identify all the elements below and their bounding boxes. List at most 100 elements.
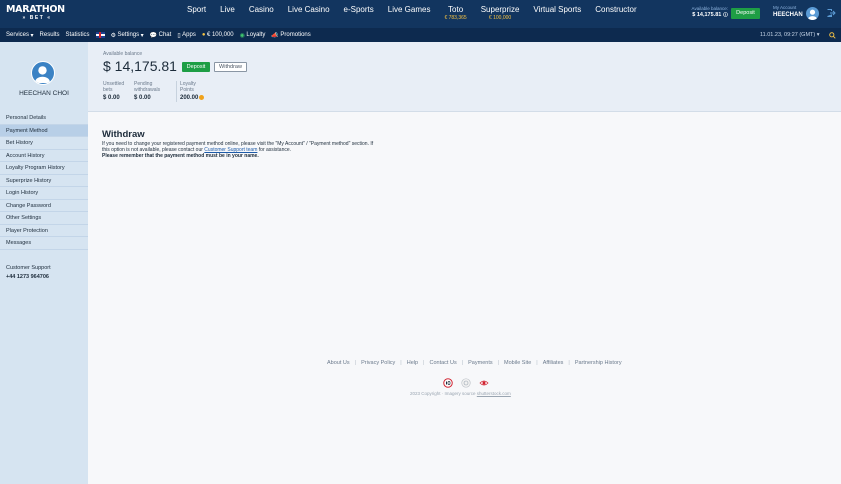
jackpot-amount: € 783,365	[444, 15, 467, 21]
header-balance-label: Available balance:	[691, 6, 728, 11]
settings-menu[interactable]: ⚙ Settings ▾	[111, 32, 144, 39]
withdraw-button[interactable]: Withdraw	[214, 62, 247, 72]
page-title: Withdraw	[102, 129, 145, 140]
eye-protection-icon[interactable]	[479, 378, 489, 388]
account-sidebar: HEECHAN CHOI Personal Details Payment Me…	[0, 42, 88, 484]
top-bar: MARATHON » BET « Sport Live Casino Live Ca…	[0, 0, 841, 28]
jackpot-amount: € 100,000	[488, 15, 512, 21]
support-phone[interactable]: +44 1273 964706	[6, 273, 51, 282]
account-menu: Personal Details Payment Method Bet Hist…	[0, 112, 88, 250]
unsettled-bets-label: Unsettled bets	[103, 81, 125, 93]
chevron-down-icon: ▾	[140, 32, 144, 39]
datetime-selector[interactable]: 11.01.23, 09:27 (GMT) ▾	[760, 28, 820, 42]
responsible-gaming-icon[interactable]	[461, 378, 471, 388]
main-content: Withdraw If you need to change your regi…	[88, 112, 841, 484]
nav-superprize[interactable]: Superprize € 100,000	[474, 0, 527, 28]
withdraw-notice: Please remember that the payment method …	[102, 152, 259, 159]
results-link[interactable]: Results	[40, 32, 60, 38]
main-nav: Sport Live Casino Live Casino e-Sports L…	[180, 0, 644, 28]
nav-sport[interactable]: Sport	[180, 0, 213, 28]
info-icon[interactable]	[723, 11, 728, 17]
language-selector[interactable]	[95, 32, 105, 38]
nav-esports[interactable]: e-Sports	[337, 0, 381, 28]
sidebar-item-change-password[interactable]: Change Password	[0, 200, 88, 212]
footer-link-about[interactable]: About Us	[322, 360, 355, 366]
imagery-source-link[interactable]: shutterstock.com	[477, 391, 511, 396]
apps-link[interactable]: ▯ Apps	[177, 32, 196, 39]
footer-link-privacy[interactable]: Privacy Policy	[356, 360, 400, 366]
nav-live[interactable]: Live	[213, 0, 242, 28]
search-icon[interactable]	[829, 32, 836, 39]
loyalty-icon: ◉	[239, 32, 245, 39]
marathonbet-logo[interactable]: MARATHON » BET «	[6, 5, 68, 22]
loyalty-points: Loyalty Points 200.00	[176, 81, 210, 102]
customer-support: Customer Support +44 1273 964706	[6, 264, 51, 282]
deposit-button[interactable]: Deposit	[182, 62, 210, 72]
nav-live-casino[interactable]: Live Casino	[281, 0, 337, 28]
sidebar-item-login-history[interactable]: Login History	[0, 187, 88, 200]
my-account-label: My Account	[773, 5, 797, 10]
pending-withdrawals: Pending withdrawals $ 0.00	[134, 81, 166, 102]
footer-link-contact[interactable]: Contact Us	[424, 360, 461, 366]
services-menu[interactable]: Services ▾	[6, 32, 34, 39]
wing-icon: «	[47, 15, 52, 21]
footer-link-payments[interactable]: Payments	[463, 360, 497, 366]
support-label: Customer Support	[6, 265, 51, 271]
nav-constructor[interactable]: Constructor	[588, 0, 643, 28]
nav-live-games[interactable]: Live Games	[381, 0, 438, 28]
loyalty-link[interactable]: ◉ Loyalty	[240, 32, 266, 39]
profile-avatar-icon	[31, 61, 55, 85]
footer-links: About Us | Privacy Policy | Help | Contact …	[322, 360, 627, 366]
logo-subtext: BET	[29, 15, 45, 21]
header-deposit-button[interactable]: Deposit	[731, 8, 760, 19]
logout-icon[interactable]	[826, 8, 836, 18]
sidebar-item-bet-history[interactable]: Bet History	[0, 137, 88, 150]
profile-name: HEECHAN CHOI	[19, 90, 69, 97]
jackpot-link[interactable]: ● € 100,000	[202, 32, 234, 38]
footer-link-partnership[interactable]: Partnership History	[570, 360, 627, 366]
footer-link-affiliates[interactable]: Affiliates	[538, 360, 569, 366]
footer-link-mobile[interactable]: Mobile Site	[499, 360, 536, 366]
promotions-link[interactable]: 📣 Promotions	[271, 32, 310, 39]
my-account[interactable]: My Account HEECHAN	[773, 5, 803, 19]
coins-icon: ●	[201, 32, 206, 38]
chat-icon: 💬	[149, 32, 158, 39]
footer-link-help[interactable]: Help	[402, 360, 423, 366]
megaphone-icon: 📣	[271, 32, 279, 39]
sidebar-item-account-history[interactable]: Account History	[0, 150, 88, 162]
unsettled-bets-value: $ 0.00	[103, 95, 120, 101]
pending-withdrawals-value: $ 0.00	[134, 95, 151, 101]
sidebar-item-payment-method[interactable]: Payment Method	[0, 124, 88, 137]
gear-icon: ⚙	[110, 32, 116, 39]
chat-link[interactable]: 💬 Chat	[150, 32, 172, 39]
phone-icon: ▯	[177, 32, 181, 39]
uk-flag-icon	[95, 32, 105, 38]
sidebar-item-personal-details[interactable]: Personal Details	[0, 112, 88, 125]
user-avatar-icon[interactable]	[806, 7, 819, 20]
balance-panel: Available balance $ 14,175.81 Deposit Wi…	[88, 42, 841, 112]
secondary-nav-bar: Services ▾ Results Statistics ⚙ Settings ▾ …	[0, 28, 841, 42]
nav-casino[interactable]: Casino	[242, 0, 281, 28]
unsettled-bets: Unsettled bets $ 0.00	[103, 81, 129, 102]
sidebar-item-messages[interactable]: Messages	[0, 237, 88, 250]
coin-icon	[199, 94, 205, 100]
profile-card: HEECHAN CHOI	[0, 42, 88, 112]
loyalty-points-value: 200.00	[180, 95, 199, 101]
nav-toto[interactable]: Toto € 783,365	[437, 0, 473, 28]
available-balance-label: Available balance	[103, 51, 143, 57]
pending-withdrawals-label: Pending withdrawals	[134, 81, 161, 93]
nav-virtual-sports[interactable]: Virtual Sports	[526, 0, 588, 28]
available-balance-amount: $ 14,175.81	[103, 58, 177, 74]
sidebar-item-player-protection[interactable]: Player Protection	[0, 225, 88, 237]
withdraw-info: If you need to change your registered pa…	[102, 141, 382, 159]
wing-icon: »	[22, 15, 27, 21]
customer-support-link[interactable]: Customer Support team	[204, 147, 257, 153]
header-balance-amount: $ 14,175.81	[692, 12, 722, 18]
loyalty-points-label: Loyalty Points	[180, 81, 196, 93]
sidebar-item-other-settings[interactable]: Other Settings	[0, 212, 88, 225]
age-restriction-icon[interactable]	[443, 378, 453, 388]
sidebar-item-superprize-history[interactable]: Superprize History	[0, 175, 88, 187]
sidebar-item-loyalty-history[interactable]: Loyalty Program History	[0, 162, 88, 175]
chevron-down-icon: ▾	[30, 32, 34, 39]
statistics-link[interactable]: Statistics	[66, 32, 90, 38]
